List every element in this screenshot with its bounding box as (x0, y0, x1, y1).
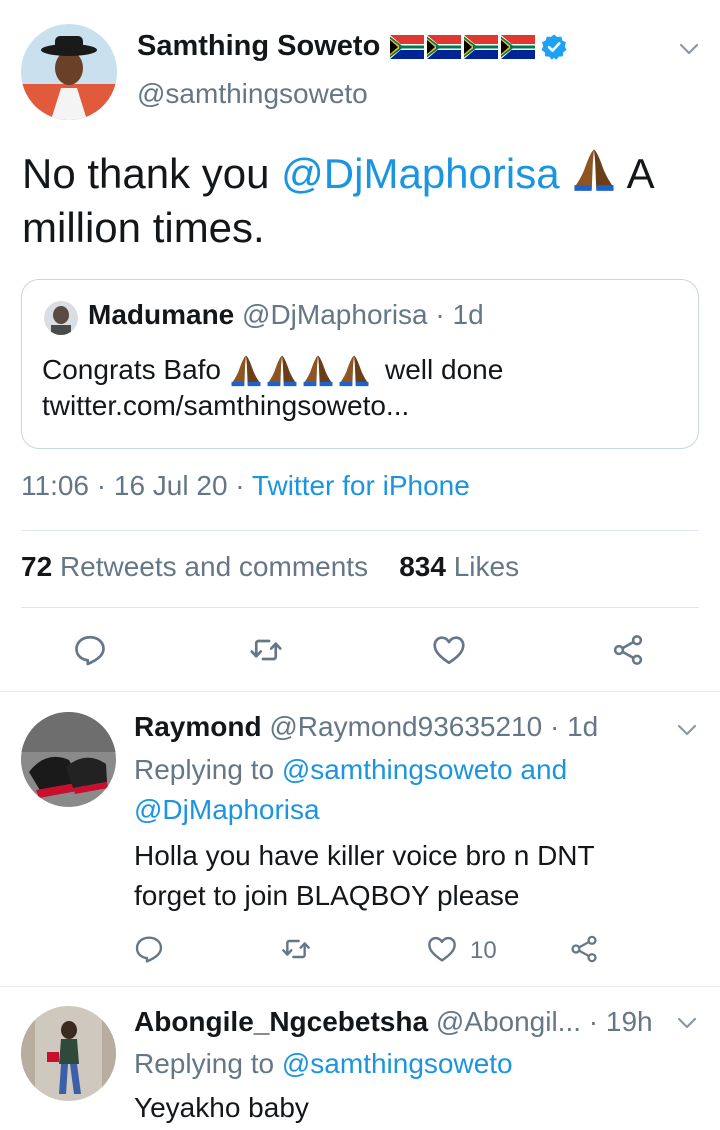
reply-button[interactable] (133, 933, 165, 965)
replying-to-prefix: Replying to (134, 1048, 282, 1079)
reply-time: · 1d (549, 711, 599, 742)
reply-text: Holla you have killer voice bro n DNT fo… (134, 836, 694, 916)
chevron-down-icon[interactable] (678, 38, 700, 60)
replying-to-prefix: Replying to (134, 754, 282, 785)
reply-header: Raymond @Raymond93635210 · 1d (134, 711, 598, 743)
retweets-label: Retweets and comments (59, 551, 369, 582)
south-africa-flag-icon (501, 35, 535, 59)
quoted-time: · 1d (435, 299, 484, 330)
chevron-down-icon[interactable] (676, 719, 698, 741)
reply-icon (133, 933, 165, 965)
verified-badge-icon (541, 34, 567, 60)
quoted-link[interactable]: twitter.com/samthingsoweto... (42, 390, 409, 422)
chevron-down-icon[interactable] (676, 1012, 698, 1034)
retweet-icon (248, 632, 284, 668)
divider (21, 530, 699, 531)
south-africa-flag-icon (390, 35, 424, 59)
reply-text-line: Holla you have killer voice bro n DNT (134, 840, 595, 871)
author-handle[interactable]: @samthingsoweto (137, 78, 368, 110)
reply-author-handle[interactable]: @Abongil... (436, 1006, 581, 1037)
reply-icon (72, 632, 108, 668)
reply-author-name[interactable]: Raymond (134, 711, 262, 742)
share-icon (568, 933, 600, 965)
main-tweet: Samthing Soweto @samthingsoweto No thank… (0, 0, 720, 692)
likes-stat[interactable]: 834 Likes (399, 551, 519, 582)
south-africa-flag-icon (427, 35, 461, 59)
quoted-author-handle: @DjMaphorisa (242, 299, 428, 330)
replying-to-mention[interactable]: @samthingsoweto (282, 1048, 513, 1079)
praying-hands-icon (337, 353, 371, 387)
quoted-author-name: Madumane (88, 299, 235, 330)
reply-button[interactable] (72, 632, 108, 668)
praying-hands-icon (265, 353, 299, 387)
tweet-stats: 72 Retweets and comments 834 Likes (21, 551, 519, 583)
author-name-row: Samthing Soweto (137, 30, 568, 63)
share-icon (610, 632, 646, 668)
author-avatar[interactable] (21, 24, 117, 120)
tweet-date: · 16 Jul 20 · (96, 470, 245, 501)
quoted-tweet-card[interactable]: Madumane @DjMaphorisa · 1d Congrats Bafo… (21, 279, 699, 449)
like-count: 10 (470, 937, 497, 964)
quoted-text-end: well done (385, 354, 504, 385)
reply-avatar[interactable] (21, 1006, 116, 1101)
retweet-button[interactable] (280, 933, 312, 965)
like-icon (426, 933, 458, 965)
quoted-header: Madumane @DjMaphorisa · 1d (88, 299, 484, 331)
reply-text-line: Yeyakho baby (134, 1092, 309, 1123)
reply-tweet[interactable]: Raymond @Raymond93635210 · 1d Replying t… (0, 693, 720, 987)
south-africa-flag-icon (464, 35, 498, 59)
praying-hands-icon (301, 353, 335, 387)
praying-hands-icon (571, 146, 617, 192)
reply-author-handle[interactable]: @Raymond93635210 (269, 711, 542, 742)
reply-tweet[interactable]: Abongile_Ngcebetsha @Abongil... · 19h Re… (0, 988, 720, 1130)
retweet-icon (280, 933, 312, 965)
tweet-meta: 11:06 · 16 Jul 20 · Twitter for iPhone (21, 470, 470, 502)
flags-group (390, 35, 535, 59)
replying-to-and: and (512, 754, 568, 785)
replying-to-mention[interactable]: @DjMaphorisa (134, 794, 320, 825)
replying-to-mention[interactable]: @samthingsoweto (282, 754, 513, 785)
quoted-avatar (44, 301, 78, 335)
quoted-text-start: Congrats Bafo (42, 354, 221, 385)
likes-label: Likes (453, 551, 520, 582)
praying-hands-icon (229, 353, 263, 387)
share-button[interactable] (568, 933, 600, 965)
mention-link[interactable]: @DjMaphorisa (281, 150, 559, 197)
quoted-text-line: Congrats Bafo well done (42, 353, 503, 387)
like-button[interactable] (426, 933, 458, 965)
replying-to: Replying to @samthingsoweto and @DjMapho… (134, 750, 567, 830)
tweet-text-start: No thank you (22, 150, 282, 197)
like-icon (431, 632, 467, 668)
tweet-source-link[interactable]: Twitter for iPhone (252, 470, 470, 501)
reply-time: · 19h (588, 1006, 653, 1037)
tweet-time: 11:06 (21, 470, 89, 501)
replying-to: Replying to @samthingsoweto (134, 1044, 513, 1084)
reply-text-line: forget to join BLAQBOY please (134, 880, 520, 911)
reply-text: Yeyakho baby (134, 1088, 694, 1128)
reply-avatar[interactable] (21, 712, 116, 807)
share-button[interactable] (610, 632, 646, 668)
reply-author-name[interactable]: Abongile_Ngcebetsha (134, 1006, 428, 1037)
retweet-button[interactable] (248, 632, 284, 668)
reply-header: Abongile_Ngcebetsha @Abongil... · 19h (134, 1006, 653, 1038)
divider (21, 607, 699, 608)
like-button[interactable] (431, 632, 467, 668)
likes-count: 834 (399, 551, 446, 582)
author-name[interactable]: Samthing Soweto (137, 30, 380, 63)
retweets-stat[interactable]: 72 Retweets and comments (21, 551, 368, 582)
praying-hands-group (229, 353, 371, 387)
retweets-count: 72 (21, 551, 53, 582)
tweet-text: No thank you @DjMaphorisa A million time… (22, 146, 702, 255)
